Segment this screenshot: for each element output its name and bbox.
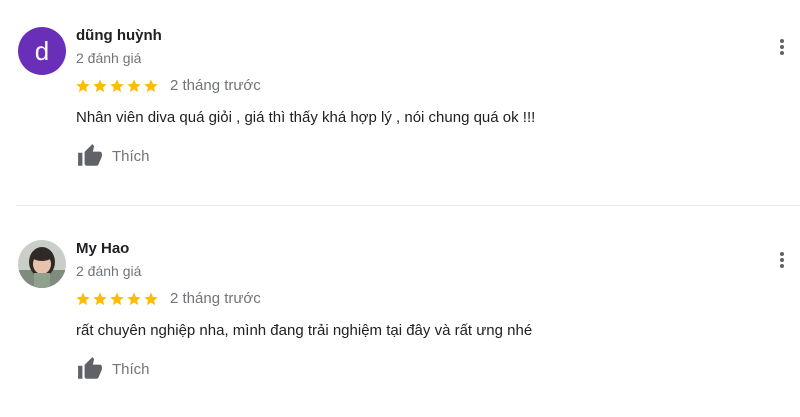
thumb-up-icon (78, 357, 102, 379)
star-icon (93, 78, 107, 92)
rating-row: 2 tháng trước (75, 290, 261, 307)
review-count: 2 đánh giá (76, 263, 142, 279)
star-icon (76, 78, 90, 92)
review-text: rất chuyên nghiệp nha, mình đang trải ng… (76, 322, 533, 339)
star-rating (75, 78, 159, 94)
like-label: Thích (112, 147, 150, 165)
star-icon (127, 78, 141, 92)
like-label: Thích (112, 360, 150, 378)
like-button[interactable]: Thích (76, 356, 150, 382)
thumb-up-icon (78, 144, 102, 166)
review-count: 2 đánh giá (76, 50, 142, 66)
review-date: 2 tháng trước (170, 290, 261, 307)
star-icon (144, 78, 158, 92)
reviewer-name[interactable]: My Hao (76, 240, 129, 257)
star-icon (93, 291, 107, 305)
more-options-button[interactable] (770, 248, 794, 272)
star-icon (127, 291, 141, 305)
more-vert-icon (780, 39, 784, 55)
star-rating (75, 291, 159, 307)
review-date: 2 tháng trước (170, 77, 261, 94)
star-icon (110, 291, 124, 305)
more-vert-icon (780, 252, 784, 268)
avatar-photo (18, 240, 66, 288)
like-button[interactable]: Thích (76, 143, 150, 169)
more-options-button[interactable] (770, 35, 794, 59)
star-icon (144, 291, 158, 305)
star-icon (76, 291, 90, 305)
review-card: d dũng huỳnh 2 đánh giá 2 tháng trước Nh… (0, 0, 800, 205)
review-card: My Hao 2 đánh giá 2 tháng trước rất chuy… (0, 206, 800, 417)
review-text: Nhân viên diva quá giỏi , giá thì thấy k… (76, 109, 536, 126)
reviewer-name[interactable]: dũng huỳnh (76, 27, 162, 44)
avatar[interactable]: d (18, 27, 66, 75)
star-icon (110, 78, 124, 92)
rating-row: 2 tháng trước (75, 77, 261, 94)
avatar[interactable] (18, 240, 66, 288)
